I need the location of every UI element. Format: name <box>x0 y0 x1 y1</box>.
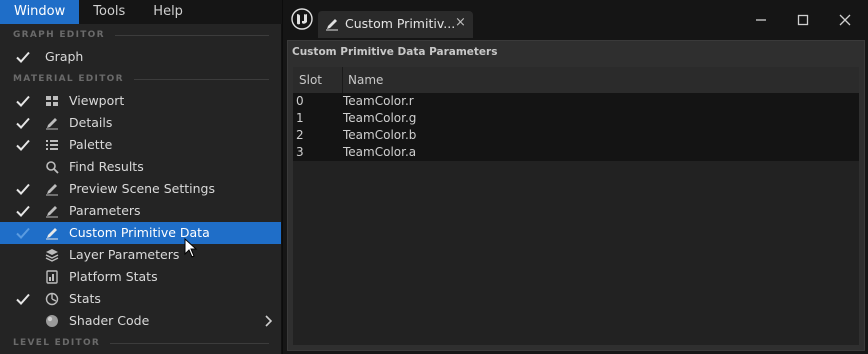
pencil-icon <box>46 206 58 218</box>
close-window-button[interactable] <box>834 9 856 31</box>
pencil-icon <box>46 118 58 130</box>
table-body: 0 TeamColor.r 1 TeamColor.g 2 TeamColor.… <box>293 93 859 161</box>
menubar-help[interactable]: Help <box>139 0 197 24</box>
cell-slot: 0 <box>296 94 304 108</box>
checkmark-icon <box>16 117 30 129</box>
section-divider <box>133 78 269 80</box>
table-row[interactable]: 3 TeamColor.a <box>293 144 859 161</box>
menu-item-label: Shader Code <box>69 313 150 328</box>
menu-item-label: Preview Scene Settings <box>69 181 215 196</box>
list-icon <box>46 140 58 150</box>
menu-item-find-results[interactable]: Find Results <box>0 156 281 178</box>
pencil-icon <box>46 228 58 240</box>
menu-item-graph[interactable]: Graph <box>0 46 281 68</box>
section-header-graph-editor: GRAPH EDITOR <box>0 24 281 46</box>
menubar: Window Tools Help <box>0 0 282 24</box>
menu-item-label: Details <box>69 115 113 130</box>
cell-slot: 3 <box>296 145 304 159</box>
menu-item-preview-scene-settings[interactable]: Preview Scene Settings <box>0 178 281 200</box>
sphere-icon <box>46 315 58 327</box>
column-separator[interactable] <box>342 67 343 93</box>
menu-item-palette[interactable]: Palette <box>0 134 281 156</box>
minimize-button[interactable] <box>750 9 772 31</box>
menu-item-label: Parameters <box>69 203 141 218</box>
menu-item-layer-parameters[interactable]: Layer Parameters <box>0 244 281 266</box>
section-label: MATERIAL EDITOR <box>13 74 124 84</box>
menu-item-viewport[interactable]: Viewport <box>0 90 281 112</box>
menu-item-label: Find Results <box>69 159 144 174</box>
section-label: LEVEL EDITOR <box>13 338 101 348</box>
menu-item-custom-primitive-data[interactable]: Custom Primitive Data <box>0 222 281 244</box>
maximize-button[interactable] <box>792 9 814 31</box>
chevron-right-icon <box>265 315 272 327</box>
checkmark-icon <box>16 51 30 63</box>
menu-item-label: Graph <box>45 49 84 64</box>
viewport-icon <box>46 96 58 106</box>
checkmark-icon <box>16 95 30 107</box>
section-divider <box>114 34 269 36</box>
unreal-engine-logo-icon <box>291 8 313 30</box>
checkmark-icon <box>16 139 30 151</box>
menu-item-details[interactable]: Details <box>0 112 281 134</box>
checkmark-icon <box>16 183 30 195</box>
menubar-tools[interactable]: Tools <box>79 0 139 24</box>
cell-name: TeamColor.g <box>343 111 417 125</box>
checkmark-icon <box>16 205 30 217</box>
cell-name: TeamColor.a <box>343 145 417 159</box>
cell-slot: 2 <box>296 128 304 142</box>
window-dropdown-menu: GRAPH EDITOR Graph MATERIAL EDITOR Viewp… <box>0 24 282 354</box>
section-header-material-editor: MATERIAL EDITOR <box>0 68 281 90</box>
custom-primitive-data-panel: Custom Primitive Data Parameters Slot Na… <box>287 40 865 351</box>
cell-name: TeamColor.b <box>343 128 417 142</box>
menu-item-label: Layer Parameters <box>69 247 180 262</box>
cell-name: TeamColor.r <box>343 94 414 108</box>
checkmark-icon <box>16 293 30 305</box>
mouse-cursor-icon <box>184 238 198 258</box>
tab-custom-primitive-data[interactable]: Custom Primitiv... × <box>318 11 473 38</box>
column-header-slot[interactable]: Slot <box>299 73 322 87</box>
menu-item-stats[interactable]: Stats <box>0 288 281 310</box>
table-header: Slot Name <box>293 67 859 93</box>
tab-close-button[interactable]: × <box>455 15 466 30</box>
custom-primitive-data-window: Custom Primitiv... × Custom Primitive Da… <box>282 0 868 354</box>
table-row[interactable]: 1 TeamColor.g <box>293 110 859 127</box>
menu-item-label: Palette <box>69 137 113 152</box>
menu-item-label: Platform Stats <box>69 269 158 284</box>
menu-item-platform-stats[interactable]: Platform Stats <box>0 266 281 288</box>
table-row[interactable]: 0 TeamColor.r <box>293 93 859 110</box>
pencil-icon <box>46 184 58 196</box>
panel-title: Custom Primitive Data Parameters <box>292 46 498 58</box>
menu-item-label: Stats <box>69 291 101 306</box>
window-titlebar[interactable]: Custom Primitiv... × <box>283 0 868 40</box>
pencil-icon <box>326 19 338 31</box>
section-header-level-editor: LEVEL EDITOR <box>0 332 281 354</box>
tab-label: Custom Primitiv... <box>345 16 456 31</box>
menubar-window[interactable]: Window <box>0 0 80 24</box>
section-divider <box>110 342 269 344</box>
parameters-table: Slot Name 0 TeamColor.r 1 TeamColor.g 2 … <box>293 67 859 345</box>
layers-icon <box>45 249 59 262</box>
cell-slot: 1 <box>296 111 304 125</box>
checkmark-icon <box>16 227 30 239</box>
menu-item-shader-code[interactable]: Shader Code <box>0 310 281 332</box>
table-row[interactable]: 2 TeamColor.b <box>293 127 859 144</box>
column-header-name[interactable]: Name <box>348 73 383 87</box>
search-icon <box>46 161 59 174</box>
stats-icon <box>45 292 59 306</box>
platform-icon <box>46 270 58 284</box>
menu-item-parameters[interactable]: Parameters <box>0 200 281 222</box>
menu-item-label: Viewport <box>69 93 125 108</box>
section-label: GRAPH EDITOR <box>13 30 105 40</box>
